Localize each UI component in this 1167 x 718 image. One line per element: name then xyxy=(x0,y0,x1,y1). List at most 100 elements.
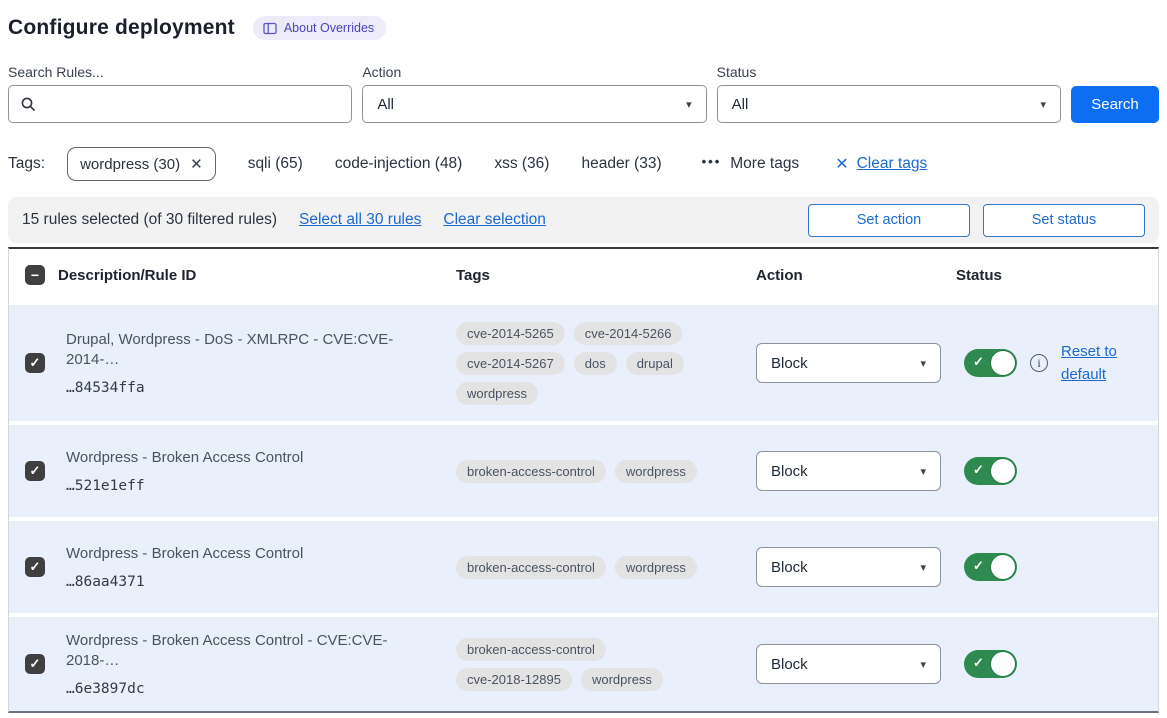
action-value: Block xyxy=(771,656,808,673)
col-status: Status xyxy=(956,267,1158,284)
select-all-link[interactable]: Select all 30 rules xyxy=(299,211,421,229)
rule-tag: broken-access-control xyxy=(456,556,606,579)
book-icon xyxy=(263,22,277,35)
row-checkbox-cell: ✓ xyxy=(9,654,58,674)
col-description: Description/Rule ID xyxy=(58,267,456,284)
rule-tag: cve-2014-5265 xyxy=(456,322,565,345)
action-cell: Block ▾ xyxy=(756,644,956,684)
search-icon xyxy=(20,96,37,118)
action-value: Block xyxy=(771,463,808,480)
row-checkbox[interactable]: ✓ xyxy=(25,353,45,373)
tag-xss[interactable]: xss (36) xyxy=(494,155,549,173)
status-toggle[interactable]: ✓ xyxy=(964,650,1017,678)
row-checkbox[interactable]: ✓ xyxy=(25,461,45,481)
col-action: Action xyxy=(756,267,956,284)
clear-selection-link[interactable]: Clear selection xyxy=(443,211,546,229)
rule-tag: broken-access-control xyxy=(456,460,606,483)
col-tags: Tags xyxy=(456,267,756,284)
set-status-button[interactable]: Set status xyxy=(983,204,1145,237)
action-value: Block xyxy=(771,559,808,576)
chevron-down-icon: ▾ xyxy=(920,658,926,671)
check-icon: ✓ xyxy=(973,558,984,574)
rule-tag: dos xyxy=(574,352,617,375)
tag-code-injection[interactable]: code-injection (48) xyxy=(335,155,463,173)
rule-tag: cve-2014-5266 xyxy=(574,322,683,345)
rule-tag: wordpress xyxy=(615,556,697,579)
row-checkbox[interactable]: ✓ xyxy=(25,557,45,577)
action-filter-select[interactable]: All ▾ xyxy=(362,85,706,123)
selected-tag-label: wordpress (30) xyxy=(80,156,180,173)
tags-cell: cve-2014-5265 cve-2014-5266 cve-2014-526… xyxy=(456,310,756,417)
rule-tag: wordpress xyxy=(581,668,663,691)
chevron-down-icon: ▾ xyxy=(920,465,926,478)
tags-cell: broken-access-control cve-2018-12895 wor… xyxy=(456,626,756,703)
status-cell: ✓ xyxy=(956,553,1158,581)
chevron-down-icon: ▾ xyxy=(1040,98,1046,111)
action-cell: Block ▾ xyxy=(756,547,956,587)
about-overrides-badge[interactable]: About Overrides xyxy=(253,16,386,40)
description-cell: Wordpress - Broken Access Control - CVE:… xyxy=(58,617,456,711)
remove-tag-icon[interactable]: ✕ xyxy=(190,155,203,173)
check-icon: ✓ xyxy=(973,462,984,478)
row-checkbox-cell: ✓ xyxy=(9,461,58,481)
row-checkbox-cell: ✓ xyxy=(9,353,58,373)
page-title: Configure deployment xyxy=(8,16,235,40)
about-overrides-label: About Overrides xyxy=(284,21,374,35)
toggle-knob xyxy=(991,652,1015,676)
rule-tag: cve-2014-5267 xyxy=(456,352,565,375)
search-rules-label: Search Rules... xyxy=(8,64,352,80)
status-filter-select[interactable]: All ▾ xyxy=(717,85,1061,123)
search-field-group: Search Rules... xyxy=(8,64,352,123)
description-cell: Wordpress - Broken Access Control …86aa4… xyxy=(58,530,456,605)
status-cell: ✓ xyxy=(956,457,1158,485)
action-select[interactable]: Block ▾ xyxy=(756,451,941,491)
table-header-row: − Description/Rule ID Tags Action Status xyxy=(9,249,1158,301)
status-filter-label: Status xyxy=(717,64,1061,80)
page-header: Configure deployment About Overrides xyxy=(8,10,1159,46)
chevron-down-icon: ▾ xyxy=(686,98,692,111)
action-filter-value: All xyxy=(377,96,394,113)
info-icon[interactable]: i xyxy=(1030,354,1048,372)
ellipsis-icon: ••• xyxy=(702,154,722,169)
tag-sqli[interactable]: sqli (65) xyxy=(248,155,303,173)
status-cell: ✓ i Reset to default xyxy=(956,340,1158,387)
more-tags-label: More tags xyxy=(730,155,799,173)
rules-table: − Description/Rule ID Tags Action Status… xyxy=(8,247,1159,713)
rule-tag: broken-access-control xyxy=(456,638,606,661)
rule-description: Wordpress - Broken Access Control xyxy=(66,448,436,468)
search-button[interactable]: Search xyxy=(1071,86,1159,123)
tag-header[interactable]: header (33) xyxy=(581,155,661,173)
configure-deployment-page: Configure deployment About Overrides Sea… xyxy=(0,0,1167,713)
rule-description: Drupal, Wordpress - DoS - XMLRPC - CVE:C… xyxy=(66,330,436,369)
action-select[interactable]: Block ▾ xyxy=(756,644,941,684)
row-checkbox-cell: ✓ xyxy=(9,557,58,577)
more-tags-button[interactable]: ••• More tags xyxy=(702,155,800,173)
description-cell: Drupal, Wordpress - DoS - XMLRPC - CVE:C… xyxy=(58,316,456,410)
select-all-checkbox[interactable]: − xyxy=(25,265,45,285)
rule-tag: wordpress xyxy=(615,460,697,483)
set-action-button[interactable]: Set action xyxy=(808,204,970,237)
selected-tag-wordpress[interactable]: wordpress (30) ✕ xyxy=(67,147,216,181)
close-icon: ✕ xyxy=(835,154,848,174)
status-toggle[interactable]: ✓ xyxy=(964,457,1017,485)
row-checkbox[interactable]: ✓ xyxy=(25,654,45,674)
action-cell: Block ▾ xyxy=(756,451,956,491)
search-input[interactable] xyxy=(9,86,351,122)
status-toggle[interactable]: ✓ xyxy=(964,553,1017,581)
status-toggle[interactable]: ✓ xyxy=(964,349,1017,377)
action-select[interactable]: Block ▾ xyxy=(756,547,941,587)
action-value: Block xyxy=(771,355,808,372)
rule-id: …521e1eff xyxy=(66,478,436,494)
description-cell: Wordpress - Broken Access Control …521e1… xyxy=(58,434,456,509)
selection-summary: 15 rules selected (of 30 filtered rules) xyxy=(22,211,277,229)
action-select[interactable]: Block ▾ xyxy=(756,343,941,383)
header-checkbox-cell: − xyxy=(9,265,45,285)
clear-tags-link[interactable]: ✕ Clear tags xyxy=(835,154,927,174)
rule-tag: drupal xyxy=(626,352,684,375)
rule-id: …6e3897dc xyxy=(66,681,436,697)
toggle-knob xyxy=(991,459,1015,483)
reset-to-default-link[interactable]: Reset to default xyxy=(1061,340,1127,387)
rule-description: Wordpress - Broken Access Control xyxy=(66,544,436,564)
filters-bar: Search Rules... Action All ▾ Status All xyxy=(8,64,1159,123)
chevron-down-icon: ▾ xyxy=(920,561,926,574)
